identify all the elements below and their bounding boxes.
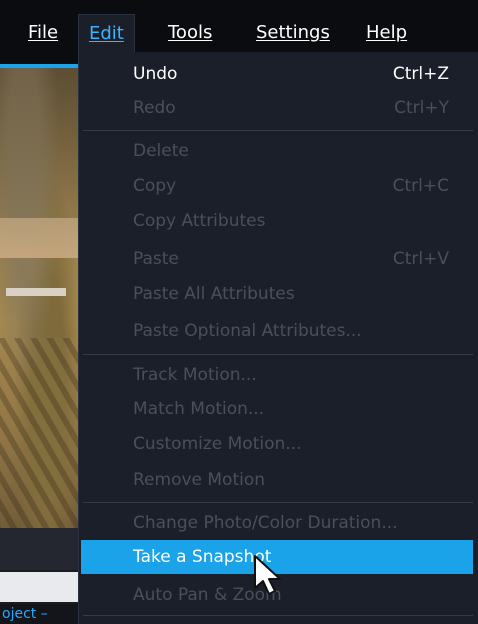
- paste-label: Paste: [133, 249, 179, 269]
- project-label[interactable]: oject –: [0, 604, 82, 624]
- copy-label: Copy: [133, 176, 177, 196]
- menu-item-paste-all-attributes[interactable]: Paste All Attributes: [79, 277, 478, 311]
- menu-help[interactable]: Help: [366, 20, 407, 46]
- menu-file[interactable]: File: [28, 20, 58, 46]
- menu-help-label: Help: [366, 22, 408, 43]
- menu-edit-label: Edit: [89, 23, 124, 44]
- copy-shortcut: Ctrl+C: [392, 176, 449, 196]
- menu-item-remove-motion[interactable]: Remove Motion: [79, 463, 478, 497]
- preview-fence: [6, 288, 66, 296]
- copy-attributes-label: Copy Attributes: [133, 211, 266, 231]
- menu-settings[interactable]: Settings: [256, 20, 330, 46]
- match-motion-label: Match Motion...: [133, 399, 265, 419]
- menu-item-copy-attributes[interactable]: Copy Attributes: [79, 204, 478, 238]
- paste-all-attributes-label: Paste All Attributes: [133, 284, 295, 304]
- mouse-pointer-icon: [254, 555, 281, 595]
- menu-item-customize-motion[interactable]: Customize Motion...: [79, 427, 478, 461]
- remove-motion-label: Remove Motion: [133, 470, 266, 490]
- preview-shadow: [0, 338, 80, 538]
- delete-label: Delete: [133, 141, 189, 161]
- timeline-toolbar: [0, 528, 80, 570]
- preview-road: [0, 218, 80, 258]
- undo-label: Undo: [133, 64, 178, 84]
- menu-tools-label: Tools: [168, 22, 213, 43]
- redo-label: Redo: [133, 98, 176, 118]
- menu-item-delete[interactable]: Delete: [79, 134, 478, 168]
- menu-item-paste-optional-attributes[interactable]: Paste Optional Attributes...: [79, 314, 478, 348]
- customize-motion-label: Customize Motion...: [133, 434, 302, 454]
- redo-shortcut: Ctrl+Y: [394, 98, 449, 118]
- menu-separator: [83, 130, 473, 131]
- change-duration-label: Change Photo/Color Duration...: [133, 513, 398, 533]
- timeline-track: [0, 572, 80, 602]
- preview-image: [0, 68, 80, 538]
- menu-file-label: File: [28, 22, 59, 43]
- track-motion-label: Track Motion...: [133, 365, 257, 385]
- edit-menu-dropdown: Undo Ctrl+Z Redo Ctrl+Y Delete Copy Ctrl…: [78, 52, 478, 624]
- menu-tools[interactable]: Tools: [168, 20, 212, 46]
- menu-separator: [83, 615, 473, 616]
- menu-item-match-motion[interactable]: Match Motion...: [79, 392, 478, 426]
- menu-separator: [83, 502, 473, 503]
- paste-shortcut: Ctrl+V: [392, 249, 449, 269]
- paste-optional-attributes-label: Paste Optional Attributes...: [133, 321, 362, 341]
- undo-shortcut: Ctrl+Z: [392, 64, 449, 84]
- menu-separator: [83, 354, 473, 355]
- menu-item-track-motion[interactable]: Track Motion...: [79, 358, 478, 392]
- menu-edit[interactable]: Edit: [78, 14, 135, 53]
- menu-item-redo[interactable]: Redo Ctrl+Y: [79, 91, 478, 125]
- menu-settings-label: Settings: [256, 22, 330, 43]
- take-snapshot-label: Take a Snapshot: [133, 547, 272, 567]
- menu-item-paste[interactable]: Paste Ctrl+V: [79, 242, 478, 276]
- menu-item-change-duration[interactable]: Change Photo/Color Duration...: [79, 506, 478, 540]
- menu-item-copy[interactable]: Copy Ctrl+C: [79, 169, 478, 203]
- menu-item-undo[interactable]: Undo Ctrl+Z: [79, 57, 478, 91]
